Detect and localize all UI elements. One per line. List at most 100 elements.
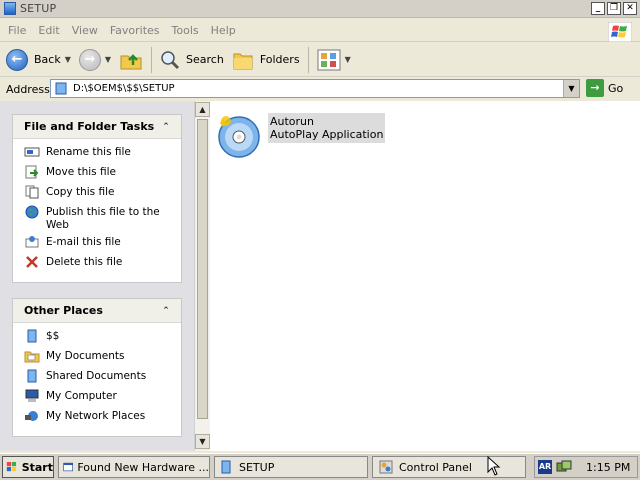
go-button[interactable]: → Go — [586, 79, 623, 97]
task-control-panel[interactable]: Control Panel — [372, 456, 526, 478]
delete-icon — [24, 255, 40, 269]
forward-button[interactable]: → ▼ — [75, 45, 115, 75]
menu-tools[interactable]: Tools — [172, 24, 199, 37]
folders-icon — [233, 53, 253, 69]
address-path: D:\$OEM$\$$\SETUP — [73, 83, 175, 94]
address-label: Address — [6, 82, 50, 96]
vertical-scrollbar[interactable]: ▲ ▼ — [194, 101, 210, 451]
place-label: My Network Places — [46, 410, 146, 422]
menu-bar: File Edit View Favorites Tools Help — [0, 20, 640, 42]
address-input[interactable]: D:\$OEM$\$$\SETUP ▼ — [50, 79, 580, 98]
task-found-new-hardware[interactable]: Found New Hardware ... — [58, 456, 210, 478]
task-label: SETUP — [239, 460, 275, 474]
start-button[interactable]: Start — [2, 456, 54, 478]
file-name: Autorun — [270, 115, 315, 128]
folder-icon — [24, 329, 40, 343]
task-copy[interactable]: Copy this file — [24, 185, 181, 205]
hardware-window-icon — [63, 462, 73, 472]
collapse-icon[interactable]: ⌃ — [159, 304, 173, 318]
task-pane: File and Folder Tasks ⌃ Rename this file… — [0, 101, 194, 451]
place-dollar-folder[interactable]: $$ — [24, 329, 181, 349]
up-folder-button[interactable] — [115, 45, 147, 75]
back-label: Back — [34, 53, 61, 66]
file-label: Autorun AutoPlay Application — [268, 113, 386, 143]
minimize-button[interactable]: _ — [591, 2, 605, 15]
network-tray-icon[interactable] — [556, 460, 572, 474]
search-icon — [161, 50, 180, 69]
window-controls: _ ❐ ✕ — [591, 2, 637, 15]
back-arrow-icon: ← — [6, 48, 28, 71]
network-places-icon — [24, 409, 40, 423]
task-delete[interactable]: Delete this file — [24, 255, 181, 275]
task-label: Copy this file — [46, 186, 115, 198]
file-list: Autorun AutoPlay Application — [210, 101, 640, 451]
copy-icon — [24, 185, 40, 199]
menu-file[interactable]: File — [8, 24, 26, 37]
panel-header[interactable]: File and Folder Tasks ⌃ — [13, 115, 181, 139]
panel-title: Other Places — [24, 304, 103, 317]
menu-edit[interactable]: Edit — [38, 24, 59, 37]
panel-header[interactable]: Other Places ⌃ — [13, 299, 181, 323]
task-publish[interactable]: Publish this file to the Web — [24, 205, 181, 235]
task-label: Found New Hardware ... — [77, 460, 209, 474]
up-folder-icon — [120, 53, 142, 69]
folders-label: Folders — [259, 53, 300, 66]
back-dropdown-icon[interactable]: ▼ — [65, 55, 71, 64]
place-my-network-places[interactable]: My Network Places — [24, 409, 181, 429]
go-label: Go — [608, 81, 624, 95]
task-label: Rename this file — [46, 146, 131, 158]
mouse-cursor-icon — [487, 456, 501, 476]
task-email[interactable]: E-mail this file — [24, 235, 181, 255]
search-button[interactable]: Search — [156, 45, 228, 75]
close-button[interactable]: ✕ — [623, 2, 637, 15]
clock[interactable]: 1:15 PM — [586, 461, 630, 474]
menu-view[interactable]: View — [72, 24, 98, 37]
task-label: Move this file — [46, 166, 116, 178]
rename-icon — [24, 145, 40, 159]
restore-button[interactable]: ❐ — [607, 2, 621, 15]
collapse-icon[interactable]: ⌃ — [159, 120, 173, 134]
toolbar-separator — [307, 46, 309, 73]
address-dropdown-button[interactable]: ▼ — [563, 80, 579, 97]
start-label: Start — [21, 460, 53, 474]
folder-window-icon — [4, 2, 16, 15]
place-my-documents[interactable]: My Documents — [24, 349, 181, 369]
move-icon — [24, 165, 40, 179]
panel-title: File and Folder Tasks — [24, 120, 155, 133]
views-button[interactable]: ▼ — [313, 45, 355, 75]
globe-icon — [24, 205, 40, 219]
task-rename[interactable]: Rename this file — [24, 145, 181, 165]
file-folder-tasks-panel: File and Folder Tasks ⌃ Rename this file… — [12, 114, 182, 283]
file-item-autorun[interactable]: Autorun AutoPlay Application — [216, 113, 386, 159]
windows-logo-icon — [608, 22, 632, 42]
scroll-down-button[interactable]: ▼ — [195, 434, 210, 449]
toolbar: ← Back ▼ → ▼ Search Folders ▼ — [0, 43, 640, 77]
place-shared-documents[interactable]: Shared Documents — [24, 369, 181, 389]
scroll-up-button[interactable]: ▲ — [195, 102, 210, 117]
task-label: Publish this file to the Web — [46, 206, 160, 231]
title-bar: SETUP _ ❐ ✕ — [0, 0, 640, 18]
views-icon — [317, 49, 341, 70]
folder-icon — [221, 460, 231, 474]
task-label: Delete this file — [46, 256, 123, 268]
folders-button[interactable]: Folders — [228, 45, 304, 75]
task-move[interactable]: Move this file — [24, 165, 181, 185]
place-my-computer[interactable]: My Computer — [24, 389, 181, 409]
place-label: My Documents — [46, 350, 125, 362]
menu-favorites[interactable]: Favorites — [110, 24, 160, 37]
control-panel-icon — [379, 460, 393, 474]
scroll-thumb[interactable] — [197, 119, 208, 419]
cd-autoplay-icon — [218, 116, 260, 158]
task-label: E-mail this file — [46, 236, 121, 248]
language-indicator[interactable]: AR — [538, 460, 552, 474]
back-button[interactable]: ← Back ▼ — [2, 45, 75, 75]
address-bar: Address D:\$OEM$\$$\SETUP ▼ → Go — [0, 78, 640, 100]
window-title: SETUP — [20, 2, 57, 15]
task-label: Control Panel — [399, 460, 472, 474]
menu-help[interactable]: Help — [211, 24, 236, 37]
views-dropdown-icon[interactable]: ▼ — [345, 55, 351, 64]
go-arrow-icon: → — [586, 79, 604, 97]
place-label: My Computer — [46, 390, 117, 402]
forward-dropdown-icon[interactable]: ▼ — [105, 55, 111, 64]
task-setup[interactable]: SETUP — [214, 456, 368, 478]
